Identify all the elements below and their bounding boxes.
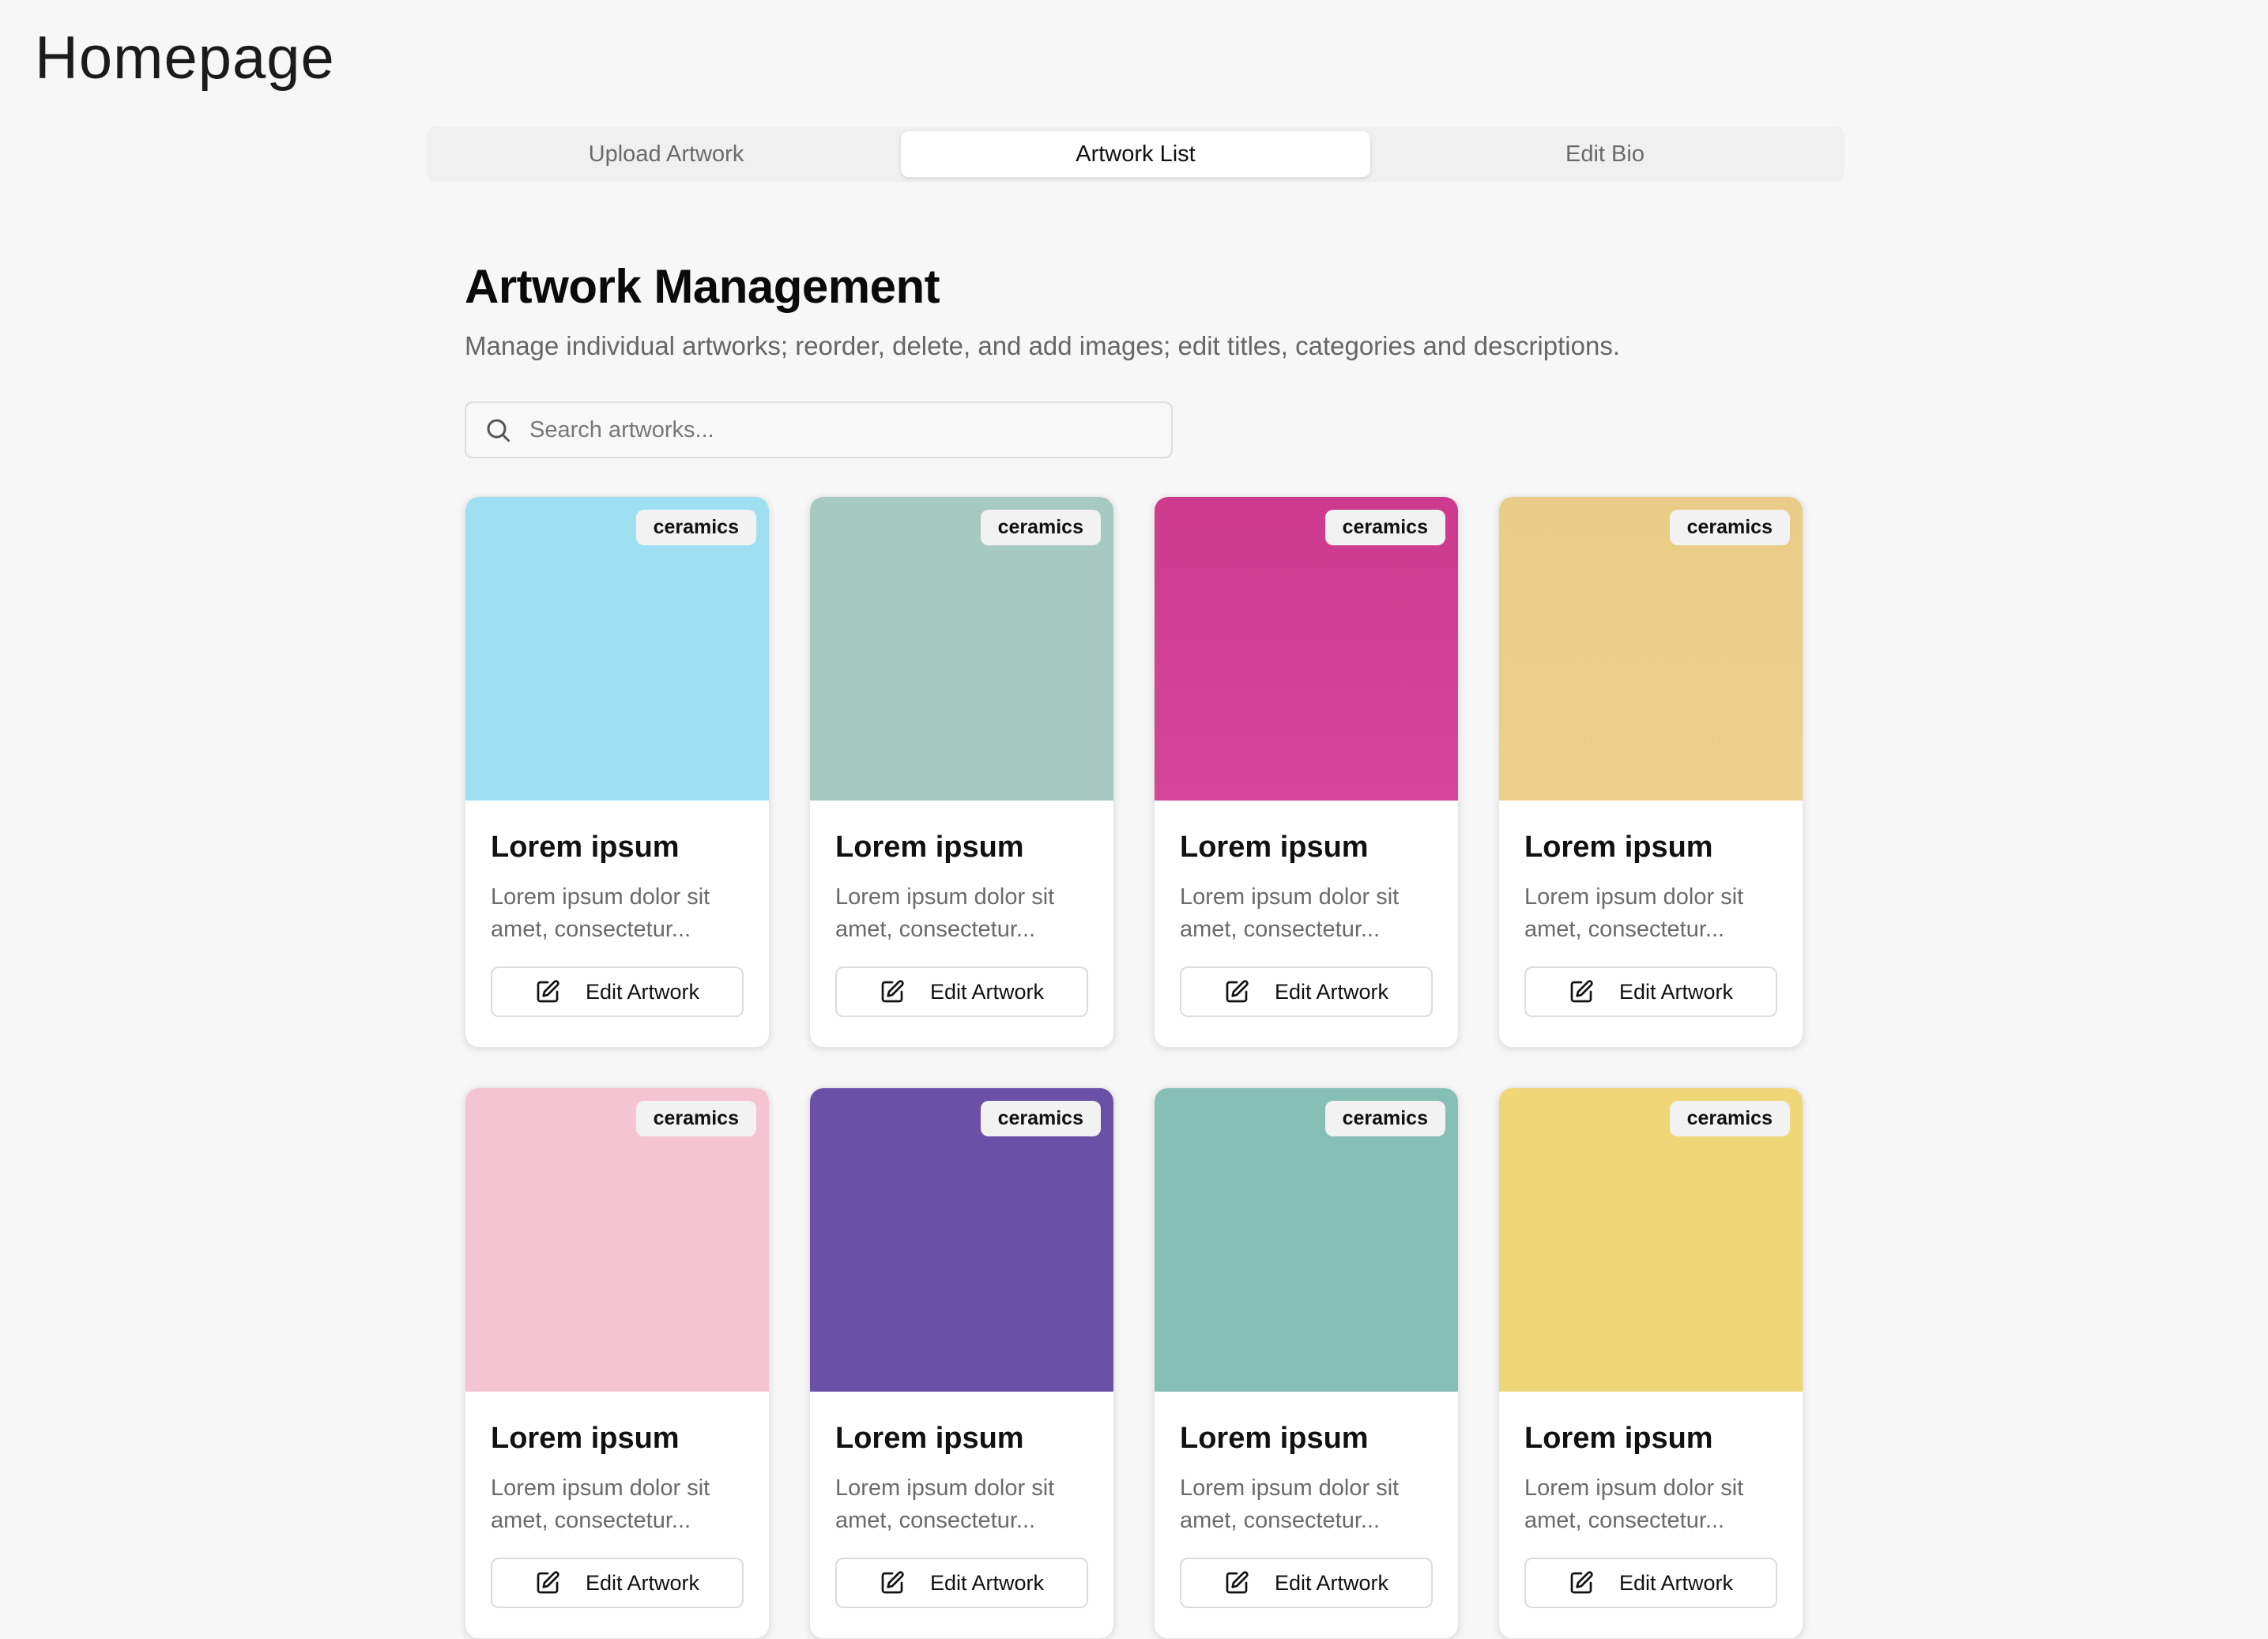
edit-artwork-label: Edit Artwork [1274,979,1389,1004]
card-body: Lorem ipsum Lorem ipsum dolor sit amet, … [810,801,1113,1017]
edit-artwork-label: Edit Artwork [929,1570,1045,1595]
artwork-description: Lorem ipsum dolor sit amet, consectetur.… [835,884,1055,942]
edit-icon [1570,980,1593,1003]
artwork-title: Lorem ipsum [1524,831,1713,864]
card-body: Lorem ipsum Lorem ipsum dolor sit amet, … [465,1392,769,1608]
artwork-description: Lorem ipsum dolor sit amet, consectetur.… [1180,884,1400,942]
edit-artwork-button[interactable]: Edit Artwork [1524,1558,1777,1608]
artwork-description: Lorem ipsum dolor sit amet, consectetur.… [1524,884,1744,942]
artwork-card: ceramics Lorem ipsum Lorem ipsum dolor s… [1498,1087,1803,1639]
artwork-title: Lorem ipsum [835,1422,1024,1455]
edit-icon [537,980,559,1003]
edit-artwork-button[interactable]: Edit Artwork [835,1558,1088,1608]
artwork-image[interactable]: ceramics [1499,1088,1803,1392]
edit-icon [537,1571,559,1594]
card-body: Lorem ipsum Lorem ipsum dolor sit amet, … [1155,801,1458,1017]
artwork-image[interactable]: ceramics [810,497,1113,801]
artwork-card: ceramics Lorem ipsum Lorem ipsum dolor s… [809,496,1114,1048]
section-description: Manage individual artworks; reorder, del… [465,331,1620,360]
category-badge: ceramics [980,1101,1101,1136]
category-badge: ceramics [635,1101,756,1136]
tab-bar: Upload Artwork Artwork List Edit Bio [427,126,1844,182]
search-box[interactable] [465,401,1173,458]
card-body: Lorem ipsum Lorem ipsum dolor sit amet, … [1499,801,1803,1017]
artwork-description: Lorem ipsum dolor sit amet, consectetur.… [491,884,710,942]
artwork-title: Lorem ipsum [491,831,680,864]
edit-artwork-button[interactable]: Edit Artwork [1524,966,1777,1017]
edit-icon [1570,1571,1593,1594]
artwork-card: ceramics Lorem ipsum Lorem ipsum dolor s… [1154,496,1459,1048]
search-input[interactable] [528,416,1144,444]
artwork-description: Lorem ipsum dolor sit amet, consectetur.… [491,1475,710,1533]
artwork-title: Lorem ipsum [1180,1422,1369,1455]
edit-icon [1226,1571,1249,1594]
card-body: Lorem ipsum Lorem ipsum dolor sit amet, … [1155,1392,1458,1608]
category-badge: ceramics [635,510,756,545]
edit-icon [881,980,904,1003]
artwork-image[interactable]: ceramics [465,1088,769,1392]
edit-icon [1226,980,1249,1003]
artwork-image[interactable]: ceramics [810,1088,1113,1392]
edit-artwork-button[interactable]: Edit Artwork [491,966,744,1017]
edit-artwork-label: Edit Artwork [585,1570,700,1595]
page-title: Homepage [35,24,335,92]
tab-edit-bio[interactable]: Edit Bio [1370,131,1840,177]
artwork-image[interactable]: ceramics [1155,497,1458,801]
category-badge: ceramics [1324,1101,1445,1136]
edit-artwork-label: Edit Artwork [1274,1570,1389,1595]
artwork-card: ceramics Lorem ipsum Lorem ipsum dolor s… [809,1087,1114,1639]
edit-artwork-label: Edit Artwork [929,979,1045,1004]
edit-artwork-label: Edit Artwork [585,979,700,1004]
artwork-image[interactable]: ceramics [465,497,769,801]
category-badge: ceramics [1324,510,1445,545]
card-body: Lorem ipsum Lorem ipsum dolor sit amet, … [810,1392,1113,1608]
artwork-title: Lorem ipsum [835,831,1024,864]
edit-artwork-label: Edit Artwork [1618,979,1734,1004]
artwork-grid: ceramics Lorem ipsum Lorem ipsum dolor s… [465,496,1808,1639]
artwork-title: Lorem ipsum [1524,1422,1713,1455]
artwork-image[interactable]: ceramics [1155,1088,1458,1392]
section-title: Artwork Management [465,260,940,313]
artwork-image[interactable]: ceramics [1499,497,1803,801]
artwork-description: Lorem ipsum dolor sit amet, consectetur.… [835,1475,1055,1533]
tab-artwork-list[interactable]: Artwork List [901,131,1370,177]
artwork-description: Lorem ipsum dolor sit amet, consectetur.… [1524,1475,1744,1533]
artwork-description: Lorem ipsum dolor sit amet, consectetur.… [1180,1475,1400,1533]
artwork-card: ceramics Lorem ipsum Lorem ipsum dolor s… [465,1087,770,1639]
edit-artwork-label: Edit Artwork [1618,1570,1734,1595]
artwork-management-section: Artwork Management Manage individual art… [465,253,1808,1639]
tab-upload-artwork[interactable]: Upload Artwork [431,131,901,177]
edit-artwork-button[interactable]: Edit Artwork [1180,966,1433,1017]
artwork-card: ceramics Lorem ipsum Lorem ipsum dolor s… [1154,1087,1459,1639]
card-body: Lorem ipsum Lorem ipsum dolor sit amet, … [465,801,769,1017]
card-body: Lorem ipsum Lorem ipsum dolor sit amet, … [1499,1392,1803,1608]
artwork-title: Lorem ipsum [491,1422,680,1455]
edit-artwork-button[interactable]: Edit Artwork [1180,1558,1433,1608]
category-badge: ceramics [1669,1101,1790,1136]
category-badge: ceramics [980,510,1101,545]
search-icon [487,419,510,442]
artwork-title: Lorem ipsum [1180,831,1369,864]
category-badge: ceramics [1669,510,1790,545]
edit-artwork-button[interactable]: Edit Artwork [835,966,1088,1017]
edit-icon [881,1571,904,1594]
edit-artwork-button[interactable]: Edit Artwork [491,1558,744,1608]
artwork-card: ceramics Lorem ipsum Lorem ipsum dolor s… [1498,496,1803,1048]
artwork-card: ceramics Lorem ipsum Lorem ipsum dolor s… [465,496,770,1048]
